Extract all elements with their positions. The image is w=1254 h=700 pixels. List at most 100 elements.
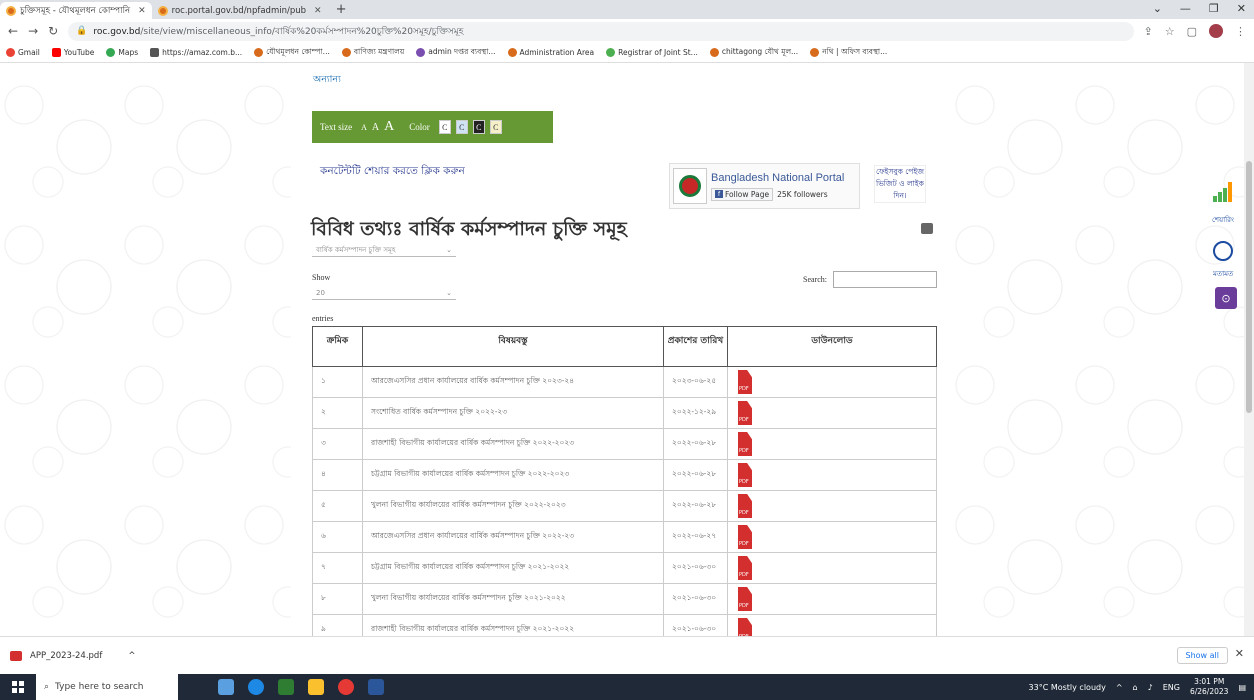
stats-chart-icon[interactable]: [1213, 182, 1232, 202]
text-size-medium-button[interactable]: A: [372, 122, 379, 133]
start-button[interactable]: [0, 681, 36, 693]
bookmark-admin[interactable]: admin দপ্তর ব্যবস্থা...: [416, 47, 496, 59]
pdf-download-icon[interactable]: PDF: [738, 556, 752, 580]
scrollbar-thumb[interactable]: [1246, 161, 1252, 413]
chrome-icon[interactable]: [338, 679, 354, 695]
bookmark-star-icon[interactable]: ☆: [1165, 25, 1175, 38]
store-icon[interactable]: [278, 679, 294, 695]
close-window-icon[interactable]: ✕: [1237, 2, 1246, 15]
color-blue-button[interactable]: C: [455, 120, 468, 134]
edge-icon[interactable]: [248, 679, 264, 695]
new-tab-icon[interactable]: +: [328, 2, 355, 19]
bookmark-gmail[interactable]: Gmail: [6, 48, 40, 57]
tray-chevron-icon[interactable]: ^: [1116, 683, 1123, 692]
pdf-download-icon[interactable]: PDF: [738, 370, 752, 394]
file-explorer-icon[interactable]: [308, 679, 324, 695]
row-date: ২০২১-০৬-৩০: [663, 583, 728, 615]
download-filename: APP_2023-24.pdf: [30, 650, 103, 661]
color-yellow-button[interactable]: C: [489, 120, 502, 134]
clock[interactable]: 3:01 PM 6/26/2023: [1190, 677, 1228, 697]
browser-tab[interactable]: roc.portal.gov.bd/npfadmin/pub ✕: [152, 2, 328, 19]
reload-icon[interactable]: ↻: [48, 24, 58, 38]
feedback-chat-icon[interactable]: [1213, 241, 1233, 261]
download-item[interactable]: APP_2023-24.pdf ^: [10, 650, 135, 661]
profile-avatar[interactable]: [1209, 24, 1223, 38]
volume-icon[interactable]: ♪: [1148, 683, 1153, 692]
bookmark-chittagong[interactable]: chittagong যৌথ মূল...: [709, 47, 798, 59]
chevron-up-icon[interactable]: ^: [128, 651, 135, 661]
weather-widget[interactable]: 33°C Mostly cloudy: [1029, 683, 1106, 692]
pdf-download-icon[interactable]: PDF: [738, 494, 752, 518]
col-header-serial[interactable]: ক্রমিক: [312, 326, 363, 367]
category-select[interactable]: বার্ষিক কর্মসম্পাদন চুক্তি সমূহ ⌄: [312, 244, 456, 257]
pdf-download-icon[interactable]: PDF: [738, 432, 752, 456]
national-portal-title[interactable]: Bangladesh National Portal: [711, 172, 844, 184]
share-icon[interactable]: ⇪: [1144, 25, 1153, 38]
url-field[interactable]: 🔒 roc.gov.bd/site/view/miscellaneous_inf…: [68, 21, 1134, 41]
task-view-icon[interactable]: [218, 679, 234, 695]
taskbar-search[interactable]: ⌕ Type here to search: [36, 674, 178, 700]
misc-link[interactable]: অন্যান্য: [313, 73, 341, 88]
table-row: ৯ রাজশাহী বিভাগীয় কার্যালয়ের বার্ষিক কর…: [312, 614, 937, 636]
facebook-icon: f: [715, 190, 723, 198]
bookmarks-bar: Gmail YouTube Maps https://amaz.com.b...…: [0, 43, 1254, 63]
close-tab-icon[interactable]: ✕: [138, 6, 146, 16]
print-icon[interactable]: [921, 223, 933, 234]
row-download: PDF: [727, 614, 937, 636]
close-tab-icon[interactable]: ✕: [314, 6, 322, 16]
documents-table: ক্রমিক বিষয়বস্তু প্রকাশের তারিখ ডাউনলোড…: [312, 326, 937, 636]
bangladesh-emblem-icon: [673, 168, 707, 204]
sharing-label[interactable]: শেয়ারিং: [1212, 214, 1234, 226]
row-date: ২০২১-০৬-৩০: [663, 552, 728, 584]
search-label: Search:: [803, 275, 827, 284]
show-all-button[interactable]: Show all: [1176, 647, 1228, 664]
col-header-download[interactable]: ডাউনলোড: [727, 326, 937, 367]
bookmark-maps[interactable]: Maps: [106, 48, 138, 57]
language-indicator[interactable]: ENG: [1163, 683, 1180, 692]
text-size-small-button[interactable]: A: [361, 123, 367, 132]
color-label: Color: [409, 122, 430, 132]
bookmark-nothi[interactable]: নথি | অফিস ব্যবস্থা...: [810, 47, 887, 59]
restore-icon[interactable]: ❐: [1209, 2, 1219, 15]
pdf-download-icon[interactable]: PDF: [738, 525, 752, 549]
col-header-date[interactable]: প্রকাশের তারিখ: [663, 326, 728, 367]
facebook-visit-link[interactable]: ফেইসবুক পেইজ ভিজিট ও লাইক দিন।: [874, 165, 926, 203]
bookmark-roc[interactable]: যৌথমূলধন কোম্পা...: [254, 47, 330, 59]
pdf-download-icon[interactable]: PDF: [738, 401, 752, 425]
minimize-icon[interactable]: —: [1180, 2, 1191, 15]
close-downloads-icon[interactable]: ✕: [1235, 647, 1244, 660]
sidepanel-icon[interactable]: ▢: [1187, 25, 1197, 38]
back-icon[interactable]: ←: [8, 24, 18, 38]
pdf-download-icon[interactable]: PDF: [738, 618, 752, 636]
word-icon[interactable]: [368, 679, 384, 695]
search-input[interactable]: [833, 271, 937, 288]
pdf-download-icon[interactable]: PDF: [738, 587, 752, 611]
feedback-label[interactable]: মতামত: [1213, 268, 1233, 280]
tab-title: চুক্তিসমূহ - যৌথমূলধন কোম্পানি: [20, 5, 131, 16]
row-download: PDF: [727, 459, 937, 491]
network-icon[interactable]: ⌂: [1133, 683, 1138, 692]
bookmark-youtube[interactable]: YouTube: [51, 48, 94, 57]
browser-tab-active[interactable]: চুক্তিসমূহ - যৌথমূলধন কোম্পানি ✕: [0, 2, 152, 19]
bookmark-amazon[interactable]: https://amaz.com.b...: [150, 48, 242, 57]
bookmark-registrar[interactable]: Registrar of Joint St...: [606, 48, 698, 57]
notifications-icon[interactable]: ▤: [1238, 683, 1246, 692]
accessibility-icon[interactable]: ⊙: [1215, 287, 1237, 309]
forward-icon[interactable]: →: [28, 24, 38, 38]
color-white-button[interactable]: C: [438, 120, 451, 134]
row-serial: ৮: [312, 583, 363, 615]
bookmark-admin-area[interactable]: Administration Area: [507, 48, 594, 57]
page-length-select[interactable]: 20 ⌄: [312, 287, 456, 300]
share-content-link[interactable]: কনটেন্টটি শেয়ার করতে ক্লিক করুন: [320, 164, 465, 181]
bookmark-commerce[interactable]: বাণিজ্য মন্ত্রণালয়: [341, 47, 404, 59]
gmail-icon: [6, 48, 15, 57]
tab-search-icon[interactable]: ⌄: [1153, 2, 1162, 15]
color-black-button[interactable]: C: [472, 120, 485, 134]
pdf-download-icon[interactable]: PDF: [738, 463, 752, 487]
national-portal-widget[interactable]: Bangladesh National Portal f Follow Page …: [669, 163, 860, 209]
text-size-large-button[interactable]: A: [384, 119, 394, 135]
menu-kebab-icon[interactable]: ⋮: [1235, 25, 1246, 38]
page-scrollbar[interactable]: [1244, 63, 1254, 636]
col-header-subject[interactable]: বিষয়বস্তু: [362, 326, 664, 367]
follow-page-button[interactable]: f Follow Page: [711, 187, 774, 201]
